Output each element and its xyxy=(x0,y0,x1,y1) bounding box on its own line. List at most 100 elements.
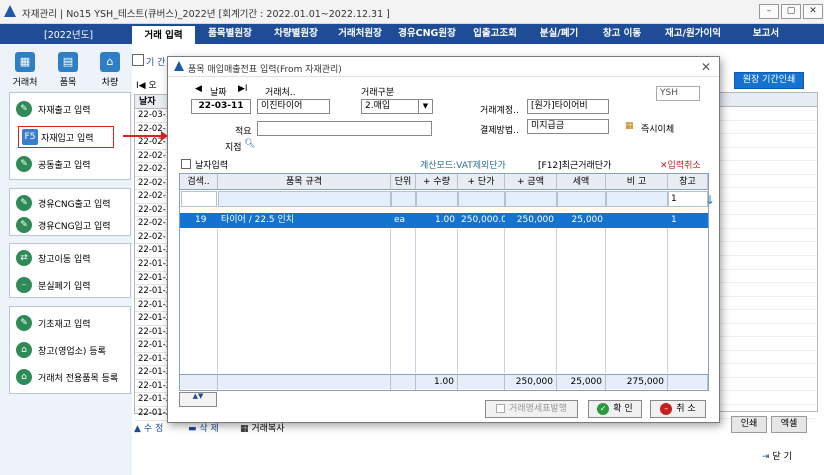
calendar-icon: ▦ xyxy=(625,121,634,131)
col-note: 비 고 xyxy=(606,174,668,190)
tab-trade-entry[interactable]: 거래 입력 xyxy=(132,24,195,44)
memo-label: 적요 xyxy=(235,127,252,137)
total-sum: 275,000 xyxy=(606,375,668,390)
col-warehouse: 창고 xyxy=(668,174,708,190)
menu-warehouse-register[interactable]: ⌂ 창고(영업소) 등록 xyxy=(16,340,128,360)
statement-print-button[interactable]: 거래명세표발행 xyxy=(485,400,578,418)
date-input[interactable]: 22-03-11 xyxy=(191,99,251,114)
entry-search[interactable] xyxy=(181,191,217,207)
col-qty: + 수량 xyxy=(416,174,458,190)
menu-cng-out[interactable]: ✎ 경유CNG출고 입력 xyxy=(16,193,128,213)
menu-material-in[interactable]: F5 자재입고 입력 xyxy=(18,126,114,148)
close-window-button[interactable]: ✕ xyxy=(803,4,823,19)
title-bar: 자재관리 | No15 YSH_테스트(큐버스)_2022년 [회계기간 : 2… xyxy=(0,0,824,24)
minimize-button[interactable]: – xyxy=(759,4,779,19)
paymethod-label: 결제방법.. xyxy=(480,126,519,136)
pencil-icon: ✎ xyxy=(16,315,32,331)
memo-input[interactable] xyxy=(257,121,432,136)
tab-inout-query[interactable]: 입출고조회 xyxy=(464,24,526,44)
col-unit: 단위 xyxy=(391,174,416,190)
tab-vendor-ledger[interactable]: 거래처원장 xyxy=(329,24,391,44)
menu-warehouse-move[interactable]: ⇄ 창고이동 입력 xyxy=(16,248,128,268)
tab-stock-profit[interactable]: 재고/원가이익 xyxy=(657,24,729,44)
chevron-down-icon[interactable]: ▼ xyxy=(418,100,432,113)
dialog-close-icon[interactable]: ✕ xyxy=(701,60,711,74)
tab-vehicle-ledger[interactable]: 차량별원장 xyxy=(265,24,327,44)
menu-loss-disposal[interactable]: – 분실폐기 입력 xyxy=(16,275,128,295)
dialog-logo-icon xyxy=(174,61,184,71)
entry-tax[interactable] xyxy=(557,191,606,207)
totals-row: 1.00 250,000 25,000 275,000 xyxy=(180,374,708,390)
swap-icon: ⇄ xyxy=(16,250,32,266)
pencil-icon: ✎ xyxy=(16,195,32,211)
home-icon: ⌂ xyxy=(100,52,120,72)
tab-cng-ledger[interactable]: 경유CNG원장 xyxy=(393,24,461,44)
vendor-button[interactable]: ▦ 거래처 xyxy=(8,52,42,92)
entry-qty[interactable] xyxy=(416,191,458,207)
menu-material-out[interactable]: ✎ 자재출고 입력 xyxy=(16,99,128,119)
home-icon: ⌂ xyxy=(16,342,32,358)
print-button[interactable]: 인쇄 xyxy=(731,416,767,433)
col-amount: + 금액 xyxy=(505,174,557,190)
total-tax: 25,000 xyxy=(557,375,606,390)
branch-label: 지점 xyxy=(225,143,242,153)
window-title: 자재관리 | No15 YSH_테스트(큐버스)_2022년 [회계기간 : 2… xyxy=(22,9,390,20)
tab-warehouse-move[interactable]: 창고 이동 xyxy=(594,24,650,44)
account-input[interactable]: [원가]타이어비 xyxy=(527,99,609,114)
date-input-checkbox[interactable] xyxy=(181,159,191,169)
confirm-button[interactable]: ✓ 확 인 xyxy=(588,400,642,418)
entry-unit[interactable] xyxy=(391,191,416,207)
calc-mode: 계산모드:VAT제외단가 xyxy=(420,161,506,171)
date-label: 날짜 xyxy=(210,88,227,98)
col-item: 품목 규격 xyxy=(218,174,391,190)
menu-initial-stock[interactable]: ✎ 기초재고 입력 xyxy=(16,313,128,333)
statement-checkbox xyxy=(496,404,506,413)
period-label: 기 간 xyxy=(146,58,166,68)
trade-type-select[interactable]: 2.매입 ▼ xyxy=(361,99,433,114)
menu-vendor-items[interactable]: ⌂ 거래처 전용품목 등록 xyxy=(16,367,128,387)
account-label: 거래계정.. xyxy=(480,106,519,116)
edit-button[interactable]: ▲ 수 정 xyxy=(134,421,163,434)
entry-amount[interactable] xyxy=(505,191,557,207)
menu-cng-in[interactable]: ✎ 경유CNG입고 입력 xyxy=(16,215,128,235)
menu-joint-out[interactable]: ✎ 공동출고 입력 xyxy=(16,154,128,174)
entry-price[interactable] xyxy=(458,191,505,207)
tab-item-ledger[interactable]: 품목별원장 xyxy=(199,24,261,44)
cancel-button[interactable]: – 취 소 xyxy=(650,400,706,418)
tab-loss-disposal[interactable]: 분실/폐기 xyxy=(531,24,587,44)
purchase-entry-dialog: 품목 매입매출전표 입력(From 자재관리) ✕ ◀ 날짜 ▶I 22-03-… xyxy=(167,56,720,423)
pencil-icon: ✎ xyxy=(16,217,32,233)
next-date-icon[interactable]: ▶I xyxy=(238,84,248,94)
vehicle-button[interactable]: ⌂ 차량 xyxy=(93,52,127,92)
first-record-button[interactable]: I◀ 오 xyxy=(136,78,157,91)
col-search: 검색.. xyxy=(180,174,218,190)
entry-item[interactable] xyxy=(218,191,391,207)
tab-reports[interactable]: 보고서 xyxy=(741,24,791,44)
document-icon: ▤ xyxy=(58,52,78,72)
recent-price-button[interactable]: [F12]최근거래단가 xyxy=(538,158,611,171)
paymethod-input[interactable]: 미지급금 xyxy=(527,119,609,134)
immediate-transfer-button[interactable]: 즉시이체 xyxy=(641,122,674,135)
item-button[interactable]: ▤ 품목 xyxy=(51,52,85,92)
sort-button[interactable]: ▲▼ xyxy=(179,392,217,407)
col-price: + 단가 xyxy=(458,174,505,190)
maximize-button[interactable]: ▢ xyxy=(781,4,801,19)
period-checkbox[interactable] xyxy=(132,54,144,66)
excel-button[interactable]: 엑셀 xyxy=(771,416,807,433)
ledger-print-button[interactable]: 원장 기간인쇄 xyxy=(734,72,804,89)
check-icon: ✓ xyxy=(597,402,610,415)
trade-list-right xyxy=(718,92,818,419)
cancel-input-button[interactable]: ✕입력취소 xyxy=(660,158,701,171)
entry-note[interactable] xyxy=(606,191,668,207)
date-input-checkbox-label: 날자입력 xyxy=(195,161,229,171)
menu-group-material: ✎ 자재출고 입력 F5 자재입고 입력 ✎ 공동출고 입력 xyxy=(9,92,131,180)
close-button[interactable]: ⇥ 닫 기 xyxy=(762,449,792,462)
fiscal-year: [2022년도] xyxy=(44,30,94,41)
prev-date-icon[interactable]: ◀ xyxy=(195,84,202,94)
search-icon[interactable]: 🔍︎ xyxy=(244,139,255,149)
entry-warehouse[interactable]: 1 xyxy=(668,191,708,207)
minus-circle-icon: – xyxy=(16,277,32,293)
table-row[interactable]: 19 타이어 / 22.5 인치 ea 1.00 250,000.00 250,… xyxy=(180,213,708,228)
arrow-down-icon[interactable]: ↓ xyxy=(705,193,715,207)
vendor-input[interactable]: 이진타이어 xyxy=(257,99,330,114)
